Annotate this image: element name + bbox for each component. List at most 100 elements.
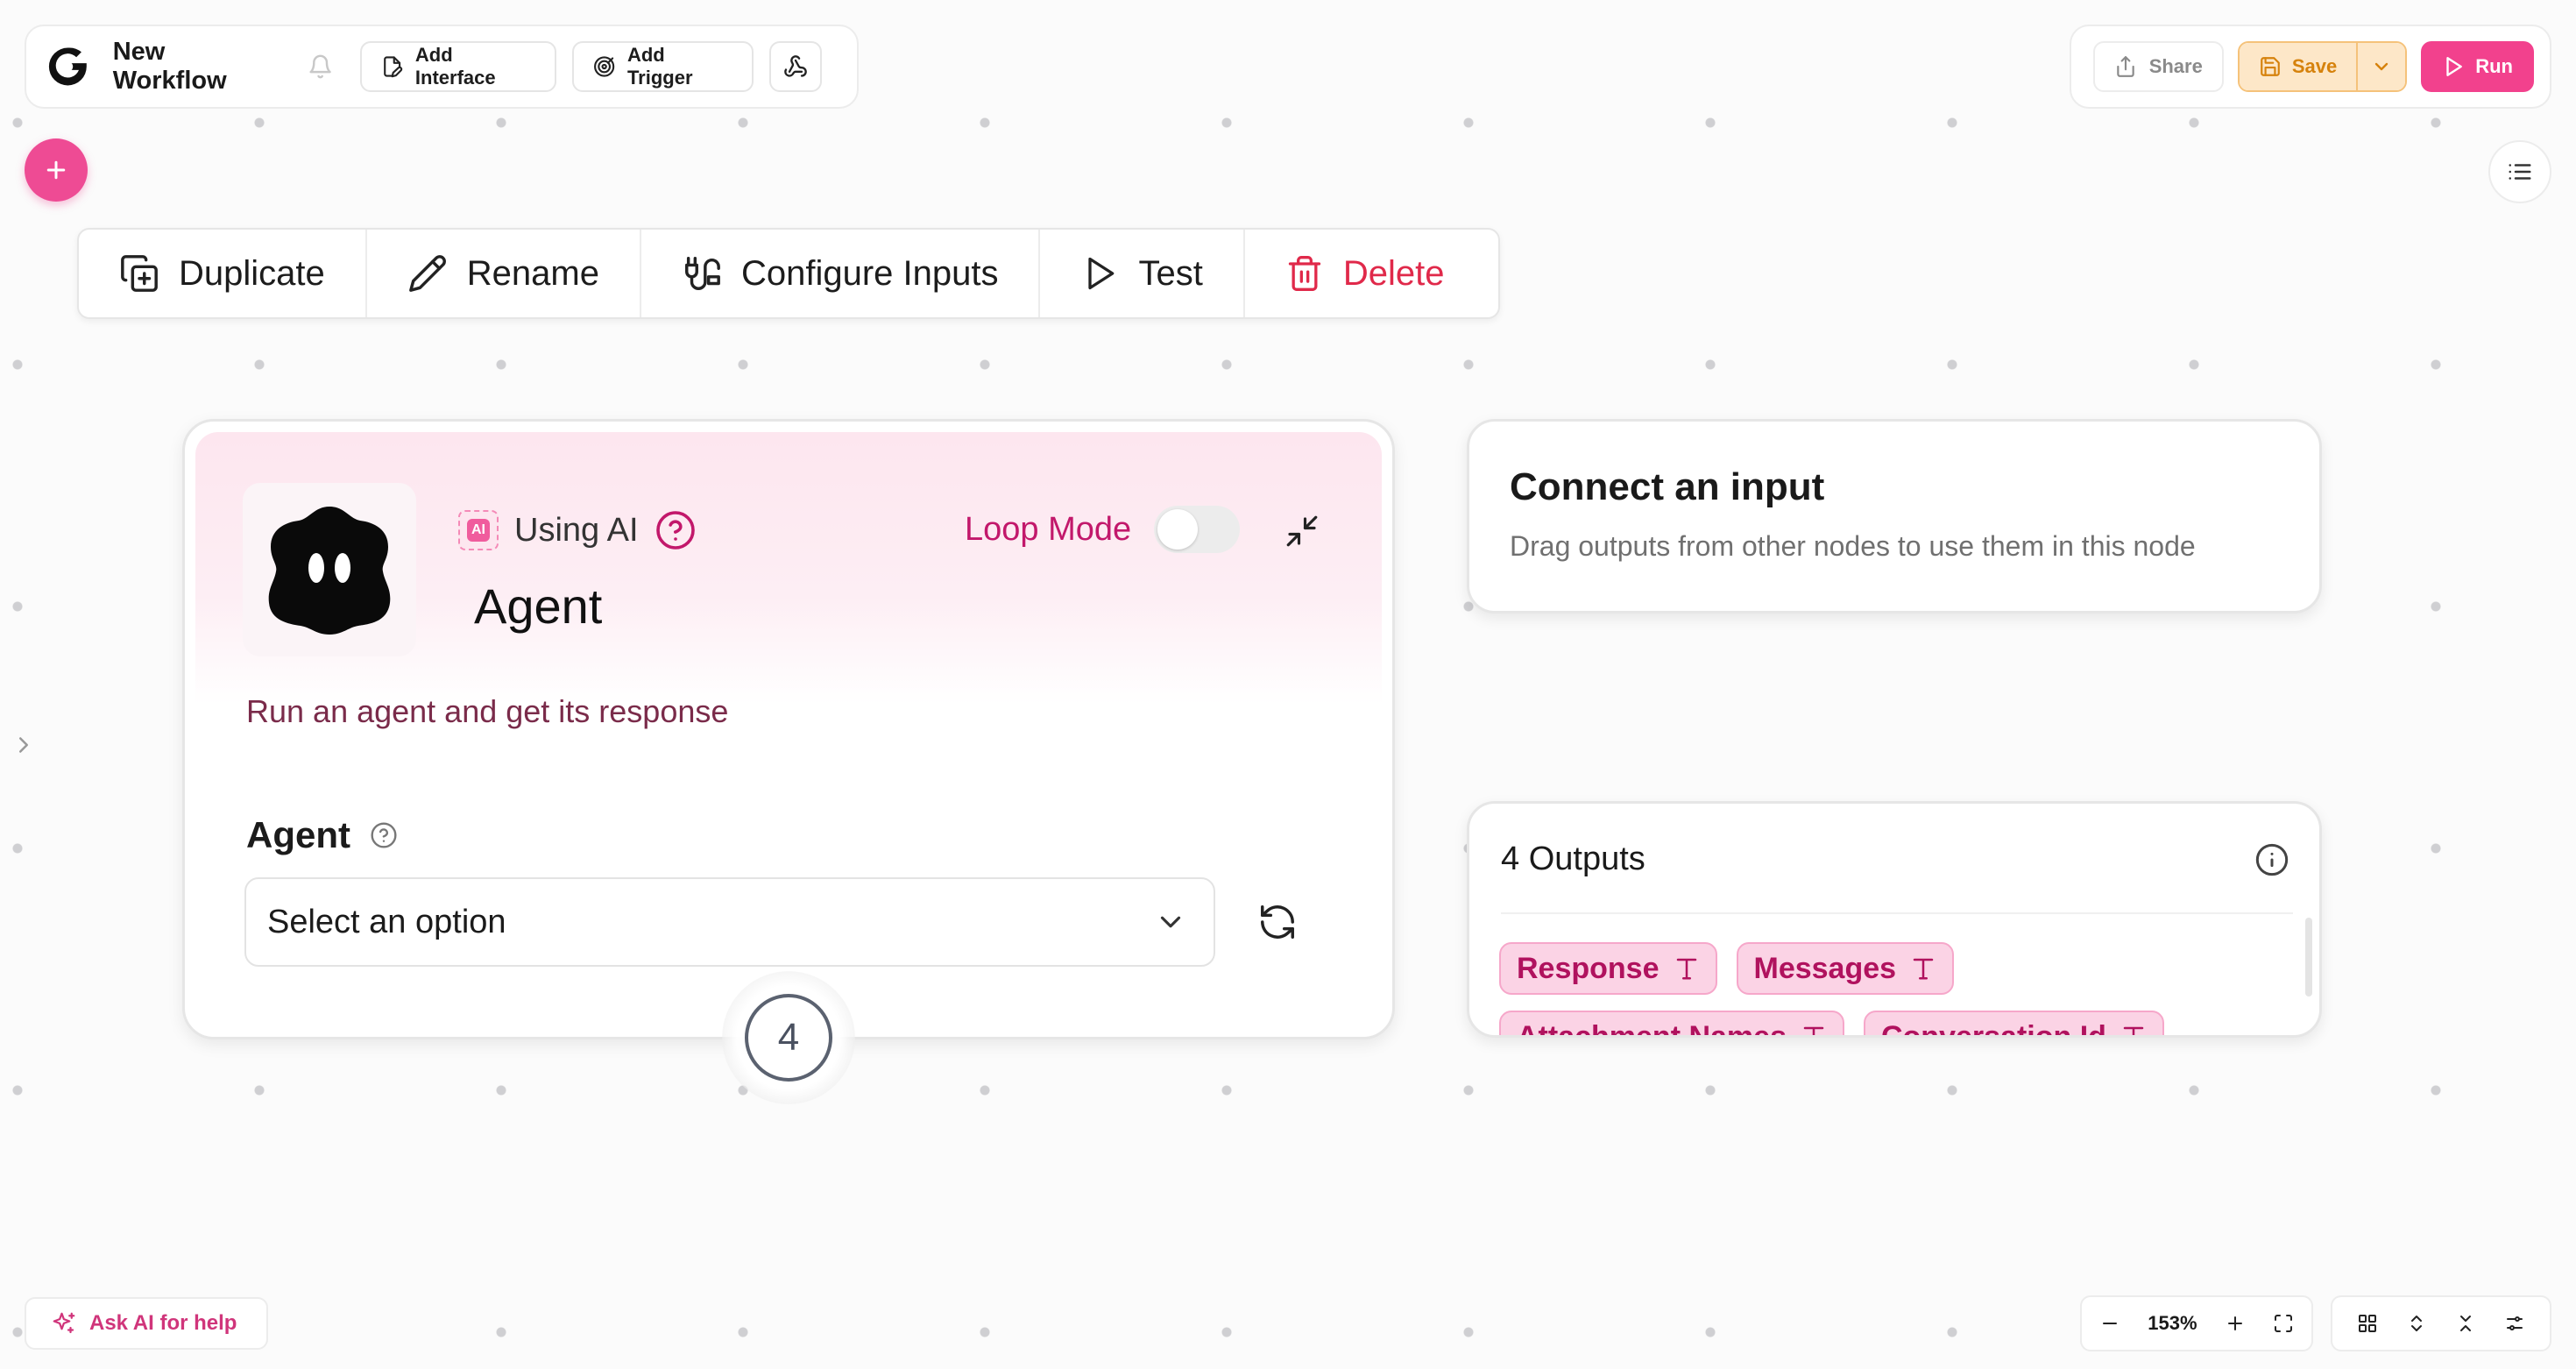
agent-select-value: Select an option bbox=[267, 903, 506, 940]
plus-icon bbox=[46, 160, 66, 180]
text-type-icon bbox=[2123, 1026, 2144, 1035]
configure-inputs-button[interactable]: Configure Inputs bbox=[641, 230, 1041, 317]
play-icon bbox=[1088, 257, 1115, 290]
workflow-title[interactable]: New Workflow bbox=[113, 38, 282, 96]
text-type-icon bbox=[1676, 958, 1696, 980]
play-icon bbox=[2446, 57, 2463, 76]
zoom-in-icon[interactable] bbox=[2225, 1313, 2246, 1334]
save-button-group: Save bbox=[2237, 41, 2408, 92]
add-node-button[interactable] bbox=[25, 138, 88, 202]
share-button[interactable]: Share bbox=[2092, 41, 2224, 92]
grid-icon[interactable] bbox=[2357, 1313, 2378, 1334]
output-chip-label: Attachment Names bbox=[1517, 1019, 1787, 1038]
share-label: Share bbox=[2148, 55, 2203, 77]
add-interface-button[interactable]: Add Interface bbox=[359, 41, 556, 92]
run-label: Run bbox=[2475, 55, 2513, 77]
outputs-card: 4 Outputs Response Messages Attachment N… bbox=[1467, 801, 2322, 1038]
collapse-vertical-icon[interactable] bbox=[2455, 1313, 2476, 1334]
expand-vertical-icon[interactable] bbox=[2406, 1313, 2427, 1334]
delete-label: Delete bbox=[1342, 253, 1445, 293]
bell-icon[interactable] bbox=[308, 53, 333, 80]
zoom-level: 153% bbox=[2148, 1312, 2197, 1334]
node-action-toolbar: Duplicate Rename Configure Inputs Test D… bbox=[77, 228, 1500, 319]
agent-avatar bbox=[243, 483, 416, 656]
node-description: Run an agent and get its response bbox=[246, 693, 729, 729]
share-icon bbox=[2116, 56, 2134, 77]
run-controls: Share Save Run bbox=[2070, 25, 2551, 109]
duplicate-label: Duplicate bbox=[179, 253, 325, 293]
view-controls bbox=[2331, 1295, 2551, 1351]
agent-select[interactable]: Select an option bbox=[244, 877, 1215, 967]
output-chip-label: Messages bbox=[1753, 951, 1897, 985]
minimize-icon[interactable] bbox=[1284, 513, 1320, 550]
using-ai-label: Using AI bbox=[514, 511, 639, 549]
workflow-header: New Workflow Add Interface Add Trigger bbox=[25, 25, 859, 109]
webhook-icon bbox=[784, 55, 807, 77]
rename-label: Rename bbox=[466, 253, 599, 293]
outputs-title: 4 Outputs bbox=[1501, 841, 1645, 877]
duplicate-icon bbox=[121, 255, 158, 292]
output-chips: Response Messages Attachment Names Conve… bbox=[1499, 942, 2270, 1038]
help-circle-icon[interactable] bbox=[370, 821, 398, 849]
node-title[interactable]: Agent bbox=[474, 578, 602, 635]
badge-ring: 4 bbox=[745, 994, 832, 1082]
test-label: Test bbox=[1138, 253, 1203, 293]
chevron-down-icon bbox=[1160, 916, 1181, 928]
outputs-scrollbar[interactable] bbox=[2305, 918, 2312, 997]
duplicate-button[interactable]: Duplicate bbox=[79, 230, 367, 317]
list-icon bbox=[2509, 164, 2531, 180]
delete-button[interactable]: Delete bbox=[1245, 230, 1485, 317]
agent-field-label-text: Agent bbox=[246, 814, 350, 855]
badge-count: 4 bbox=[777, 1016, 800, 1059]
chevron-right-icon[interactable] bbox=[11, 729, 37, 761]
loop-mode-toggle[interactable] bbox=[1154, 506, 1241, 553]
fit-view-icon[interactable] bbox=[2273, 1313, 2294, 1334]
text-type-icon bbox=[1803, 1026, 1824, 1035]
sparkles-icon bbox=[53, 1312, 75, 1334]
outline-button[interactable] bbox=[2488, 140, 2551, 203]
test-button[interactable]: Test bbox=[1040, 230, 1245, 317]
save-icon bbox=[2261, 57, 2280, 76]
output-chip-conversation-id[interactable]: Conversation Id bbox=[1863, 1011, 2164, 1038]
chevron-down-icon bbox=[2375, 62, 2388, 71]
run-button[interactable]: Run bbox=[2421, 41, 2534, 92]
trash-icon bbox=[1288, 256, 1320, 291]
node-count-badge[interactable]: 4 bbox=[722, 971, 855, 1104]
outputs-divider bbox=[1501, 912, 2293, 914]
webhook-button[interactable] bbox=[769, 41, 823, 92]
output-chip-label: Response bbox=[1517, 951, 1660, 985]
zoom-controls: 153% bbox=[2080, 1295, 2313, 1351]
agent-blob-icon bbox=[268, 507, 391, 635]
file-pen-icon bbox=[383, 56, 402, 78]
output-chip-attachment-names[interactable]: Attachment Names bbox=[1499, 1011, 1844, 1038]
output-chip-label: Conversation Id bbox=[1880, 1019, 2106, 1038]
rename-button[interactable]: Rename bbox=[367, 230, 641, 317]
add-trigger-label: Add Trigger bbox=[626, 44, 693, 89]
agent-node[interactable]: AI Using AI Agent Loop Mode Run an agent… bbox=[182, 419, 1395, 1039]
text-type-icon bbox=[1913, 958, 1934, 980]
refresh-icon[interactable] bbox=[1257, 902, 1298, 942]
loop-mode-control: Loop Mode bbox=[965, 506, 1241, 553]
info-icon[interactable] bbox=[2254, 842, 2289, 877]
output-chip-response[interactable]: Response bbox=[1499, 942, 1717, 995]
add-trigger-button[interactable]: Add Trigger bbox=[571, 41, 754, 92]
connect-input-title: Connect an input bbox=[1510, 465, 1825, 508]
output-chip-messages[interactable]: Messages bbox=[1736, 942, 1955, 995]
plug-icon bbox=[684, 257, 720, 290]
toggle-knob bbox=[1157, 509, 1199, 550]
using-ai-indicator: AI Using AI bbox=[458, 509, 697, 551]
zoom-out-icon[interactable] bbox=[2099, 1313, 2120, 1334]
save-button[interactable]: Save bbox=[2239, 43, 2357, 90]
help-circle-icon[interactable] bbox=[655, 509, 697, 551]
save-options-button[interactable] bbox=[2356, 43, 2406, 90]
target-icon bbox=[593, 56, 614, 77]
configure-inputs-label: Configure Inputs bbox=[740, 253, 999, 293]
ask-ai-button[interactable]: Ask AI for help bbox=[25, 1297, 268, 1350]
app-logo-icon[interactable] bbox=[46, 44, 90, 89]
ai-chip-icon: AI bbox=[458, 510, 499, 550]
add-interface-label: Add Interface bbox=[414, 44, 496, 89]
connect-input-description: Drag outputs from other nodes to use the… bbox=[1510, 530, 2196, 562]
agent-field-label: Agent bbox=[246, 814, 398, 856]
settings-sliders-icon[interactable] bbox=[2504, 1313, 2525, 1334]
save-label: Save bbox=[2291, 55, 2338, 77]
